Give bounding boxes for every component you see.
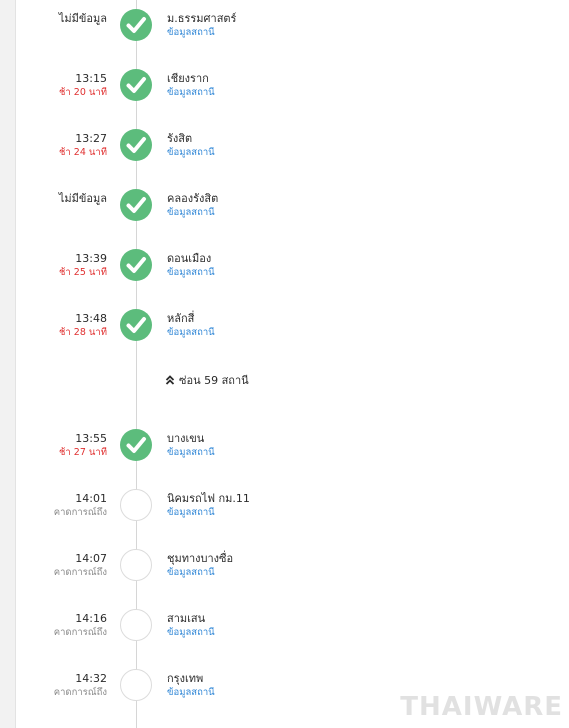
delay-text: ช้า 27 นาที	[58, 447, 107, 458]
arrival-time: 13:55	[75, 432, 107, 445]
arrival-time: 14:01	[75, 492, 107, 505]
station-name: ดอนเมือง	[167, 252, 212, 265]
station-info-link[interactable]: ข้อมูลสถานี	[167, 326, 215, 339]
check-circle-icon	[120, 429, 152, 461]
time-column: 13:39 ช้า 25 นาที	[59, 252, 107, 279]
hide-stations-label: ซ่อน 59 สถานี	[179, 374, 249, 387]
station-name: นิคมรถไฟ กม.11	[167, 492, 250, 505]
delay-text: ช้า 20 นาที	[58, 87, 107, 98]
time-column: 14:16 คาดการณ์ถึง	[54, 612, 107, 639]
station-info: บางเขน ข้อมูลสถานี	[167, 432, 215, 459]
time-column: 14:32 คาดการณ์ถึง	[54, 672, 107, 699]
arrival-time: 13:48	[75, 312, 107, 325]
station-info: หลักสี่ ข้อมูลสถานี	[167, 312, 215, 339]
time-column: 13:48 ช้า 28 นาที	[59, 312, 107, 339]
station-row: 13:39 ช้า 25 นาที ดอนเมือง ข้อมูลสถานี	[0, 249, 569, 292]
hide-stations-toggle[interactable]: ซ่อน 59 สถานี	[165, 371, 249, 389]
time-column: 13:15 ช้า 20 นาที	[59, 72, 107, 99]
station-row: ไม่มีข้อมูล ม.ธรรมศาสตร์ ข้อมูลสถานี	[0, 9, 569, 52]
station-name: ชุมทางบางซื่อ	[167, 552, 234, 565]
station-info: กรุงเทพ ข้อมูลสถานี	[167, 672, 215, 699]
station-name: หลักสี่	[167, 312, 195, 325]
check-circle-icon	[120, 189, 152, 221]
arrival-time: 14:32	[75, 672, 107, 685]
station-row: 13:15 ช้า 20 นาที เชียงราก ข้อมูลสถานี	[0, 69, 569, 112]
station-info-link[interactable]: ข้อมูลสถานี	[167, 446, 215, 459]
station-row: 13:48 ช้า 28 นาที หลักสี่ ข้อมูลสถานี	[0, 309, 569, 352]
station-name: คลองรังสิต	[167, 192, 219, 205]
station-name: รังสิต	[167, 132, 193, 145]
time-column: ไม่มีข้อมูล	[59, 12, 107, 26]
station-info-link[interactable]: ข้อมูลสถานี	[167, 566, 233, 579]
station-name: กรุงเทพ	[167, 672, 204, 685]
time-column: 14:07 คาดการณ์ถึง	[54, 552, 107, 579]
time-column: 14:01 คาดการณ์ถึง	[54, 492, 107, 519]
station-info-link[interactable]: ข้อมูลสถานี	[167, 26, 236, 39]
delay-text: ช้า 24 นาที	[58, 147, 107, 158]
station-info-link[interactable]: ข้อมูลสถานี	[167, 146, 215, 159]
arrival-time: 14:07	[75, 552, 107, 565]
station-info: ดอนเมือง ข้อมูลสถานี	[167, 252, 215, 279]
station-info: เชียงราก ข้อมูลสถานี	[167, 72, 215, 99]
station-info: ชุมทางบางซื่อ ข้อมูลสถานี	[167, 552, 233, 579]
double-chevron-up-icon	[165, 375, 175, 385]
arrival-time: 13:27	[75, 132, 107, 145]
station-info-link[interactable]: ข้อมูลสถานี	[167, 206, 218, 219]
time-column: ไม่มีข้อมูล	[59, 192, 107, 206]
delay-text: ช้า 25 นาที	[58, 267, 107, 278]
station-info: นิคมรถไฟ กม.11 ข้อมูลสถานี	[167, 492, 250, 519]
empty-circle-icon	[120, 669, 152, 701]
expected-arrival-text: คาดการณ์ถึง	[53, 567, 107, 578]
arrival-time: 13:39	[75, 252, 107, 265]
check-circle-icon	[120, 309, 152, 341]
check-circle-icon	[120, 69, 152, 101]
station-name: ม.ธรรมศาสตร์	[167, 12, 237, 25]
station-info: สามเสน ข้อมูลสถานี	[167, 612, 215, 639]
station-info-link[interactable]: ข้อมูลสถานี	[167, 506, 250, 519]
station-info: รังสิต ข้อมูลสถานี	[167, 132, 215, 159]
station-info: คลองรังสิต ข้อมูลสถานี	[167, 192, 218, 219]
arrival-time: ไม่มีข้อมูล	[58, 192, 107, 205]
check-circle-icon	[120, 249, 152, 281]
expected-arrival-text: คาดการณ์ถึง	[53, 507, 107, 518]
empty-circle-icon	[120, 489, 152, 521]
station-info-link[interactable]: ข้อมูลสถานี	[167, 686, 215, 699]
station-info-link[interactable]: ข้อมูลสถานี	[167, 86, 215, 99]
station-row: 13:55 ช้า 27 นาที บางเขน ข้อมูลสถานี	[0, 429, 569, 472]
arrival-time: ไม่มีข้อมูล	[58, 12, 107, 25]
arrival-time: 13:15	[75, 72, 107, 85]
check-circle-icon	[120, 129, 152, 161]
station-row: ไม่มีข้อมูล คลองรังสิต ข้อมูลสถานี	[0, 189, 569, 232]
station-name: เชียงราก	[167, 72, 209, 85]
check-circle-icon	[120, 9, 152, 41]
empty-circle-icon	[120, 609, 152, 641]
station-row: 14:16 คาดการณ์ถึง สามเสน ข้อมูลสถานี	[0, 609, 569, 652]
watermark-logo: THAIWARE	[400, 692, 563, 722]
delay-text: ช้า 28 นาที	[58, 327, 107, 338]
station-row: 13:27 ช้า 24 นาที รังสิต ข้อมูลสถานี	[0, 129, 569, 172]
station-info-link[interactable]: ข้อมูลสถานี	[167, 626, 215, 639]
arrival-time: 14:16	[75, 612, 107, 625]
expected-arrival-text: คาดการณ์ถึง	[53, 687, 107, 698]
time-column: 13:55 ช้า 27 นาที	[59, 432, 107, 459]
expected-arrival-text: คาดการณ์ถึง	[53, 627, 107, 638]
station-info-link[interactable]: ข้อมูลสถานี	[167, 266, 215, 279]
station-name: สามเสน	[167, 612, 206, 625]
station-info: ม.ธรรมศาสตร์ ข้อมูลสถานี	[167, 12, 236, 39]
station-row: 14:01 คาดการณ์ถึง นิคมรถไฟ กม.11 ข้อมูลสถาน…	[0, 489, 569, 532]
station-name: บางเขน	[167, 432, 205, 445]
time-column: 13:27 ช้า 24 นาที	[59, 132, 107, 159]
station-row: 14:07 คาดการณ์ถึง ชุมทางบางซื่อ ข้อมูลสถานี	[0, 549, 569, 592]
empty-circle-icon	[120, 549, 152, 581]
